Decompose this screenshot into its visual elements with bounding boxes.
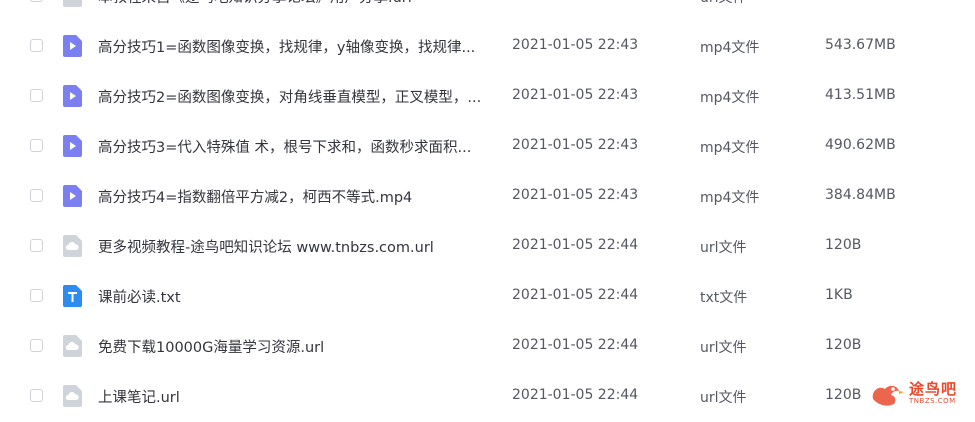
file-name[interactable]: 上课笔记.url <box>98 386 180 407</box>
row-checkbox[interactable] <box>30 389 43 402</box>
file-date: 2021-01-05 22:43 <box>512 137 639 153</box>
file-date: 2021-01-05 22:43 <box>512 37 639 53</box>
row-checkbox[interactable] <box>30 339 43 352</box>
file-row[interactable]: 上课笔记.url 2021-01-05 22:44 url文件 120B <box>0 372 975 422</box>
file-type: url文件 <box>700 390 747 406</box>
file-size: 1KB <box>825 287 853 303</box>
file-type: mp4文件 <box>700 90 760 106</box>
text-file-icon <box>63 285 82 307</box>
file-size: 543.67MB <box>825 37 896 53</box>
file-name[interactable]: 高分技巧3=代入特殊值 术，根号下求和，函数秒求面积... <box>98 136 471 157</box>
file-size: 384.84MB <box>825 187 896 203</box>
file-size: 120B <box>825 337 862 353</box>
file-row[interactable]: 高分技巧3=代入特殊值 术，根号下求和，函数秒求面积... 2021-01-05 … <box>0 122 975 172</box>
video-file-icon <box>63 35 82 57</box>
row-checkbox[interactable] <box>30 0 43 2</box>
row-checkbox[interactable] <box>30 239 43 252</box>
file-row[interactable]: 课前必读.txt 2021-01-05 22:44 txt文件 1KB <box>0 272 975 322</box>
file-type: url文件 <box>700 340 747 356</box>
file-row[interactable]: 高分技巧1=函数图像变换，找规律，y轴像变换，找规律... 2021-01-05 … <box>0 22 975 72</box>
video-file-icon <box>63 85 82 107</box>
file-name[interactable]: 高分技巧1=函数图像变换，找规律，y轴像变换，找规律... <box>98 36 475 57</box>
file-list: 本教程来自《途鸟吧知识分享论坛》用户分享.url 2021-01-05 22:44… <box>0 0 975 422</box>
row-checkbox[interactable] <box>30 39 43 52</box>
file-size: 413.51MB <box>825 87 896 103</box>
file-name[interactable]: 课前必读.txt <box>98 286 181 307</box>
file-row[interactable]: 更多视频教程-途鸟吧知识论坛 www.tnbzs.com.url 2021-01-… <box>0 222 975 272</box>
file-name[interactable]: 免费下载10000G海量学习资源.url <box>98 336 324 357</box>
video-file-icon <box>63 185 82 207</box>
bird-logo-icon <box>872 385 904 406</box>
watermark-subtext: TNBZS.COM <box>909 397 956 405</box>
file-date: 2021-01-05 22:43 <box>512 187 639 203</box>
file-type: mp4文件 <box>700 190 760 206</box>
file-size: 120B <box>825 387 862 403</box>
row-checkbox[interactable] <box>30 139 43 152</box>
file-row[interactable]: 高分技巧4=指数翻倍平方减2，柯西不等式.mp4 2021-01-05 22:43… <box>0 172 975 222</box>
file-date: 2021-01-05 22:43 <box>512 87 639 103</box>
row-checkbox[interactable] <box>30 89 43 102</box>
video-file-icon <box>63 135 82 157</box>
file-size: 120B <box>825 0 861 3</box>
file-name[interactable]: 高分技巧2=函数图像变换，对角线垂直模型，正叉模型，... <box>98 86 481 107</box>
file-type: mp4文件 <box>700 140 760 156</box>
file-date: 2021-01-05 22:44 <box>512 387 639 403</box>
file-row[interactable]: 免费下载10000G海量学习资源.url 2021-01-05 22:44 url文… <box>0 322 975 372</box>
file-row[interactable]: 高分技巧2=函数图像变换，对角线垂直模型，正叉模型，... 2021-01-05 … <box>0 72 975 122</box>
file-date: 2021-01-05 22:44 <box>512 0 638 3</box>
link-file-icon <box>63 335 82 357</box>
file-name[interactable]: 本教程来自《途鸟吧知识分享论坛》用户分享.url <box>98 0 412 7</box>
link-file-icon <box>63 235 82 257</box>
file-date: 2021-01-05 22:44 <box>512 337 639 353</box>
file-date: 2021-01-05 22:44 <box>512 287 639 303</box>
file-size: 490.62MB <box>825 137 896 153</box>
link-file-icon <box>63 385 82 407</box>
file-type: url文件 <box>700 240 747 256</box>
row-checkbox[interactable] <box>30 189 43 202</box>
file-row[interactable]: 本教程来自《途鸟吧知识分享论坛》用户分享.url 2021-01-05 22:44… <box>0 0 975 22</box>
watermark: 途鸟吧 TNBZS.COM <box>869 378 967 410</box>
file-date: 2021-01-05 22:44 <box>512 237 639 253</box>
file-name[interactable]: 高分技巧4=指数翻倍平方减2，柯西不等式.mp4 <box>98 186 412 207</box>
file-type: mp4文件 <box>700 40 760 56</box>
file-size: 120B <box>825 237 862 253</box>
file-name[interactable]: 更多视频教程-途鸟吧知识论坛 www.tnbzs.com.url <box>98 236 434 257</box>
row-checkbox[interactable] <box>30 289 43 302</box>
file-type: url文件 <box>700 0 747 7</box>
watermark-text: 途鸟吧 <box>909 380 958 398</box>
file-type: txt文件 <box>700 290 748 306</box>
link-file-icon <box>63 0 82 7</box>
